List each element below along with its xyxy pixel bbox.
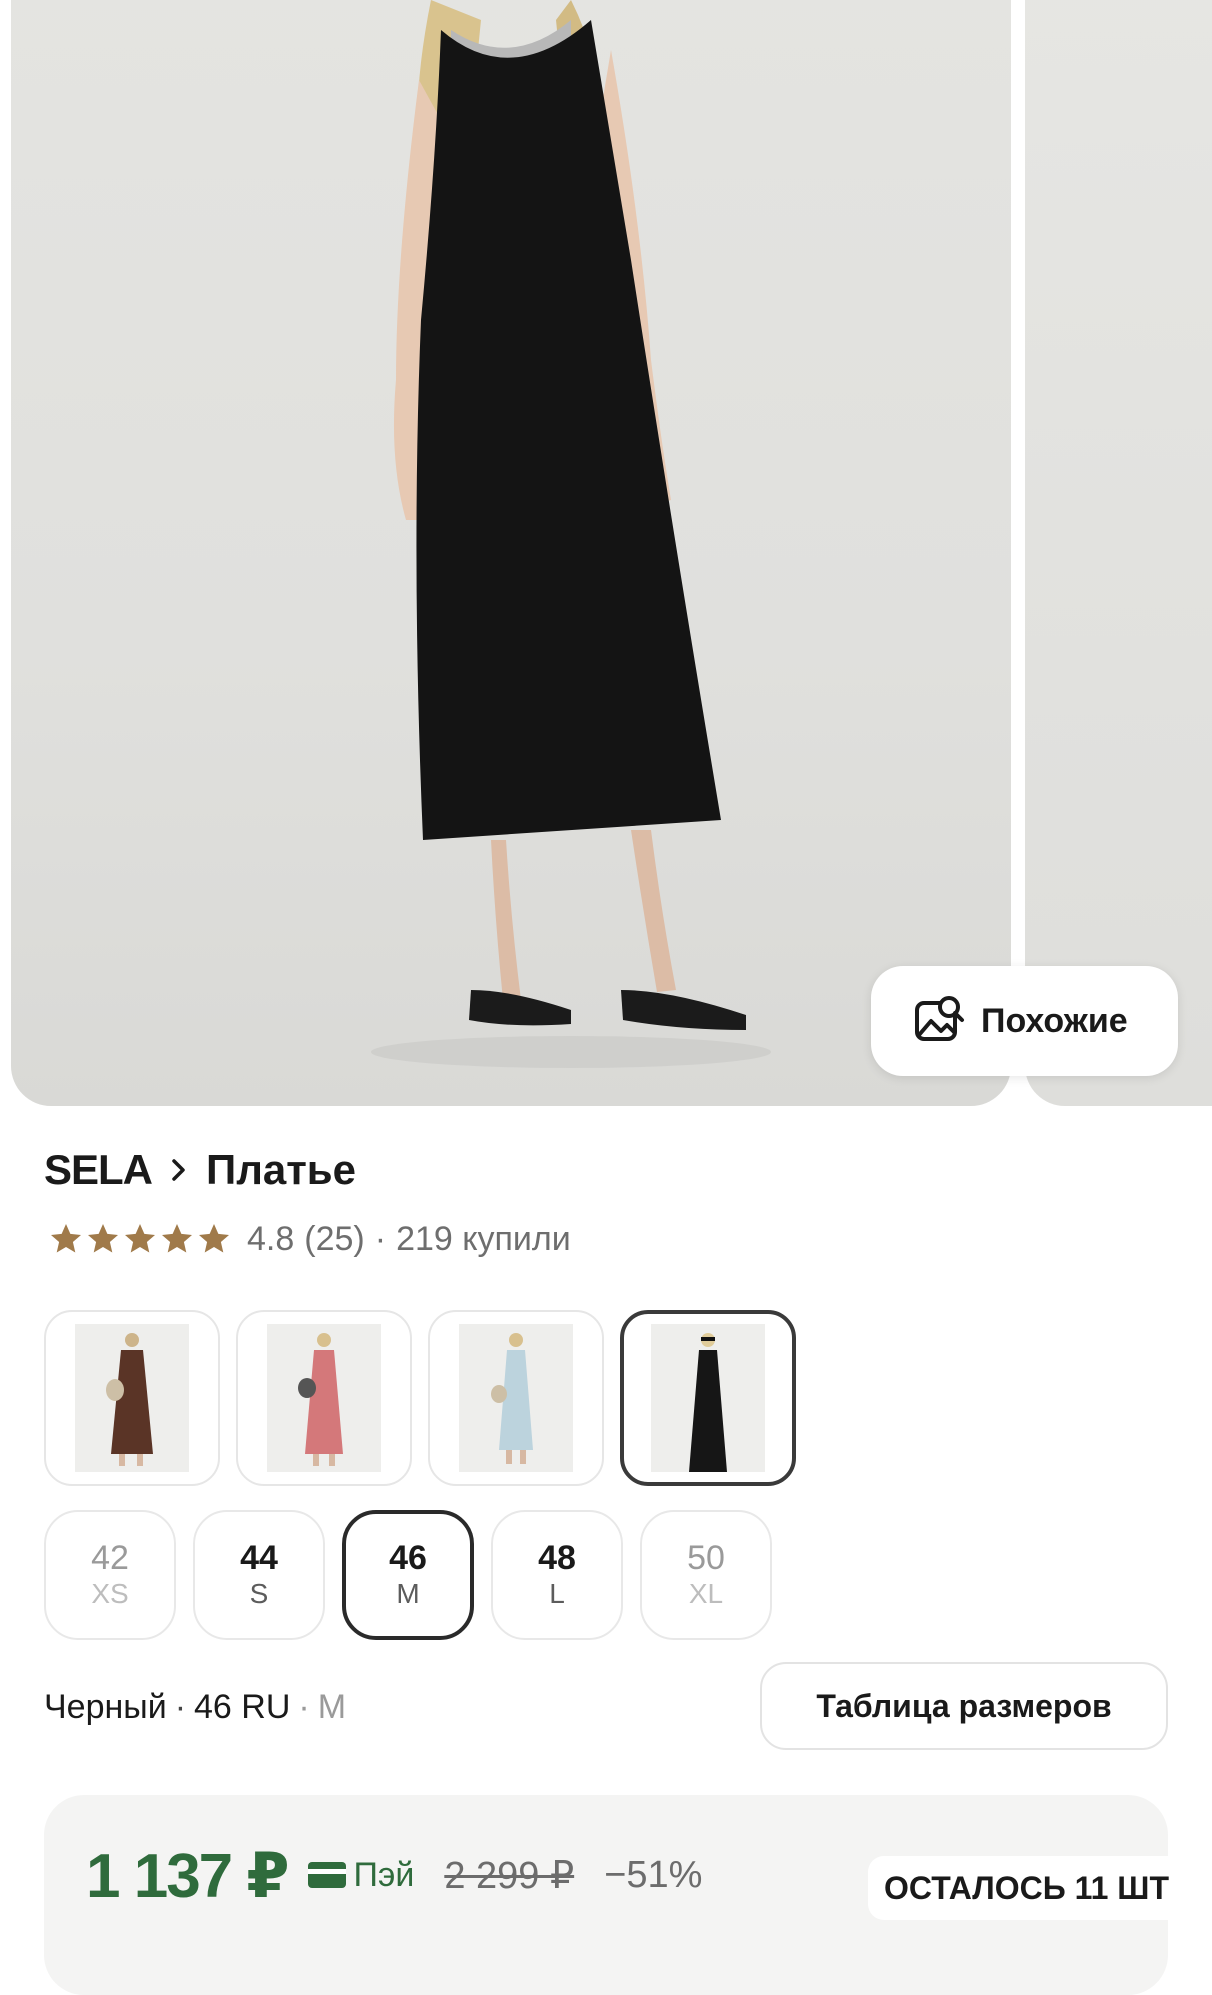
- variant-brown[interactable]: [44, 1310, 220, 1486]
- size-number: 48: [538, 1539, 576, 1577]
- color-variants: [44, 1310, 812, 1486]
- pay-price[interactable]: Пэй: [307, 1855, 415, 1895]
- rating-value: 4.8: [247, 1219, 295, 1258]
- old-price: 2 299 ₽: [444, 1854, 575, 1897]
- size-number: 46: [389, 1539, 427, 1577]
- product-photo[interactable]: [11, 0, 1011, 1106]
- pay-label: Пэй: [353, 1855, 415, 1894]
- variant-black[interactable]: [620, 1310, 796, 1486]
- size-option-42[interactable]: 42 XS: [44, 1510, 176, 1640]
- discount-badge: −51%: [604, 1853, 703, 1896]
- current-price: 1 137 ₽: [86, 1841, 290, 1911]
- variant-thumbnail: [459, 1324, 573, 1472]
- size-selector: 42 XS 44 S 46 M 48 L 50 XL: [44, 1510, 789, 1640]
- selection-summary: Черный · 46 RU · M: [44, 1682, 346, 1732]
- selected-color: Черный: [44, 1687, 167, 1726]
- rating-summary[interactable]: 4.8 (25) · 219 купили: [48, 1214, 581, 1264]
- stock-badge: ОСТАЛОСЬ 11 ШТ: [868, 1856, 1185, 1920]
- similar-button-label: Похожие: [981, 1001, 1128, 1040]
- star-icon: [88, 1224, 118, 1253]
- variant-thumbnail: [75, 1324, 189, 1472]
- image-search-icon: [915, 996, 964, 1041]
- size-letter: L: [549, 1578, 565, 1609]
- star-icon: [51, 1224, 81, 1253]
- star-icon: [199, 1224, 229, 1253]
- size-letter: M: [396, 1578, 420, 1609]
- next-product-photo[interactable]: [1025, 0, 1212, 1106]
- size-number: 42: [91, 1539, 129, 1577]
- similar-button[interactable]: Похожие: [871, 966, 1178, 1076]
- reviews-count: (25): [304, 1219, 365, 1258]
- product-title: SELA Платье: [44, 1140, 356, 1200]
- size-option-48[interactable]: 48 L: [491, 1510, 623, 1640]
- variant-thumbnail: [267, 1324, 381, 1472]
- size-number: 44: [240, 1539, 278, 1577]
- brand-link[interactable]: SELA: [44, 1146, 153, 1194]
- variant-pink[interactable]: [236, 1310, 412, 1486]
- size-letter: S: [249, 1578, 269, 1609]
- separator-dot: ·: [374, 1219, 387, 1258]
- star-icon: [162, 1224, 192, 1253]
- star-icon: [125, 1224, 155, 1253]
- product-gallery[interactable]: Похожие: [0, 0, 1212, 1106]
- selected-size-ru: 46 RU: [194, 1687, 291, 1726]
- variant-thumbnail: [651, 1324, 765, 1472]
- card-icon: [307, 1862, 346, 1888]
- category-link[interactable]: Платье: [206, 1146, 356, 1194]
- separator-dot: ·: [174, 1687, 187, 1726]
- price-row: 1 137 ₽ Пэй 2 299 ₽ −51%: [86, 1832, 702, 1918]
- purchased-count: 219 купили: [396, 1219, 571, 1258]
- separator-dot: ·: [298, 1687, 310, 1726]
- size-letter: XL: [688, 1578, 724, 1609]
- variant-light-blue[interactable]: [428, 1310, 604, 1486]
- size-option-46[interactable]: 46 M: [342, 1510, 474, 1640]
- size-option-50[interactable]: 50 XL: [640, 1510, 772, 1640]
- size-number: 50: [687, 1539, 725, 1577]
- size-table-button[interactable]: Таблица размеров: [760, 1662, 1168, 1750]
- size-letter: XS: [91, 1578, 129, 1609]
- model-illustration: [371, 0, 771, 1068]
- selected-size-letter: M: [317, 1687, 347, 1726]
- chevron-right-icon: [172, 1159, 185, 1181]
- rating-stars: [48, 1221, 233, 1257]
- size-option-44[interactable]: 44 S: [193, 1510, 325, 1640]
